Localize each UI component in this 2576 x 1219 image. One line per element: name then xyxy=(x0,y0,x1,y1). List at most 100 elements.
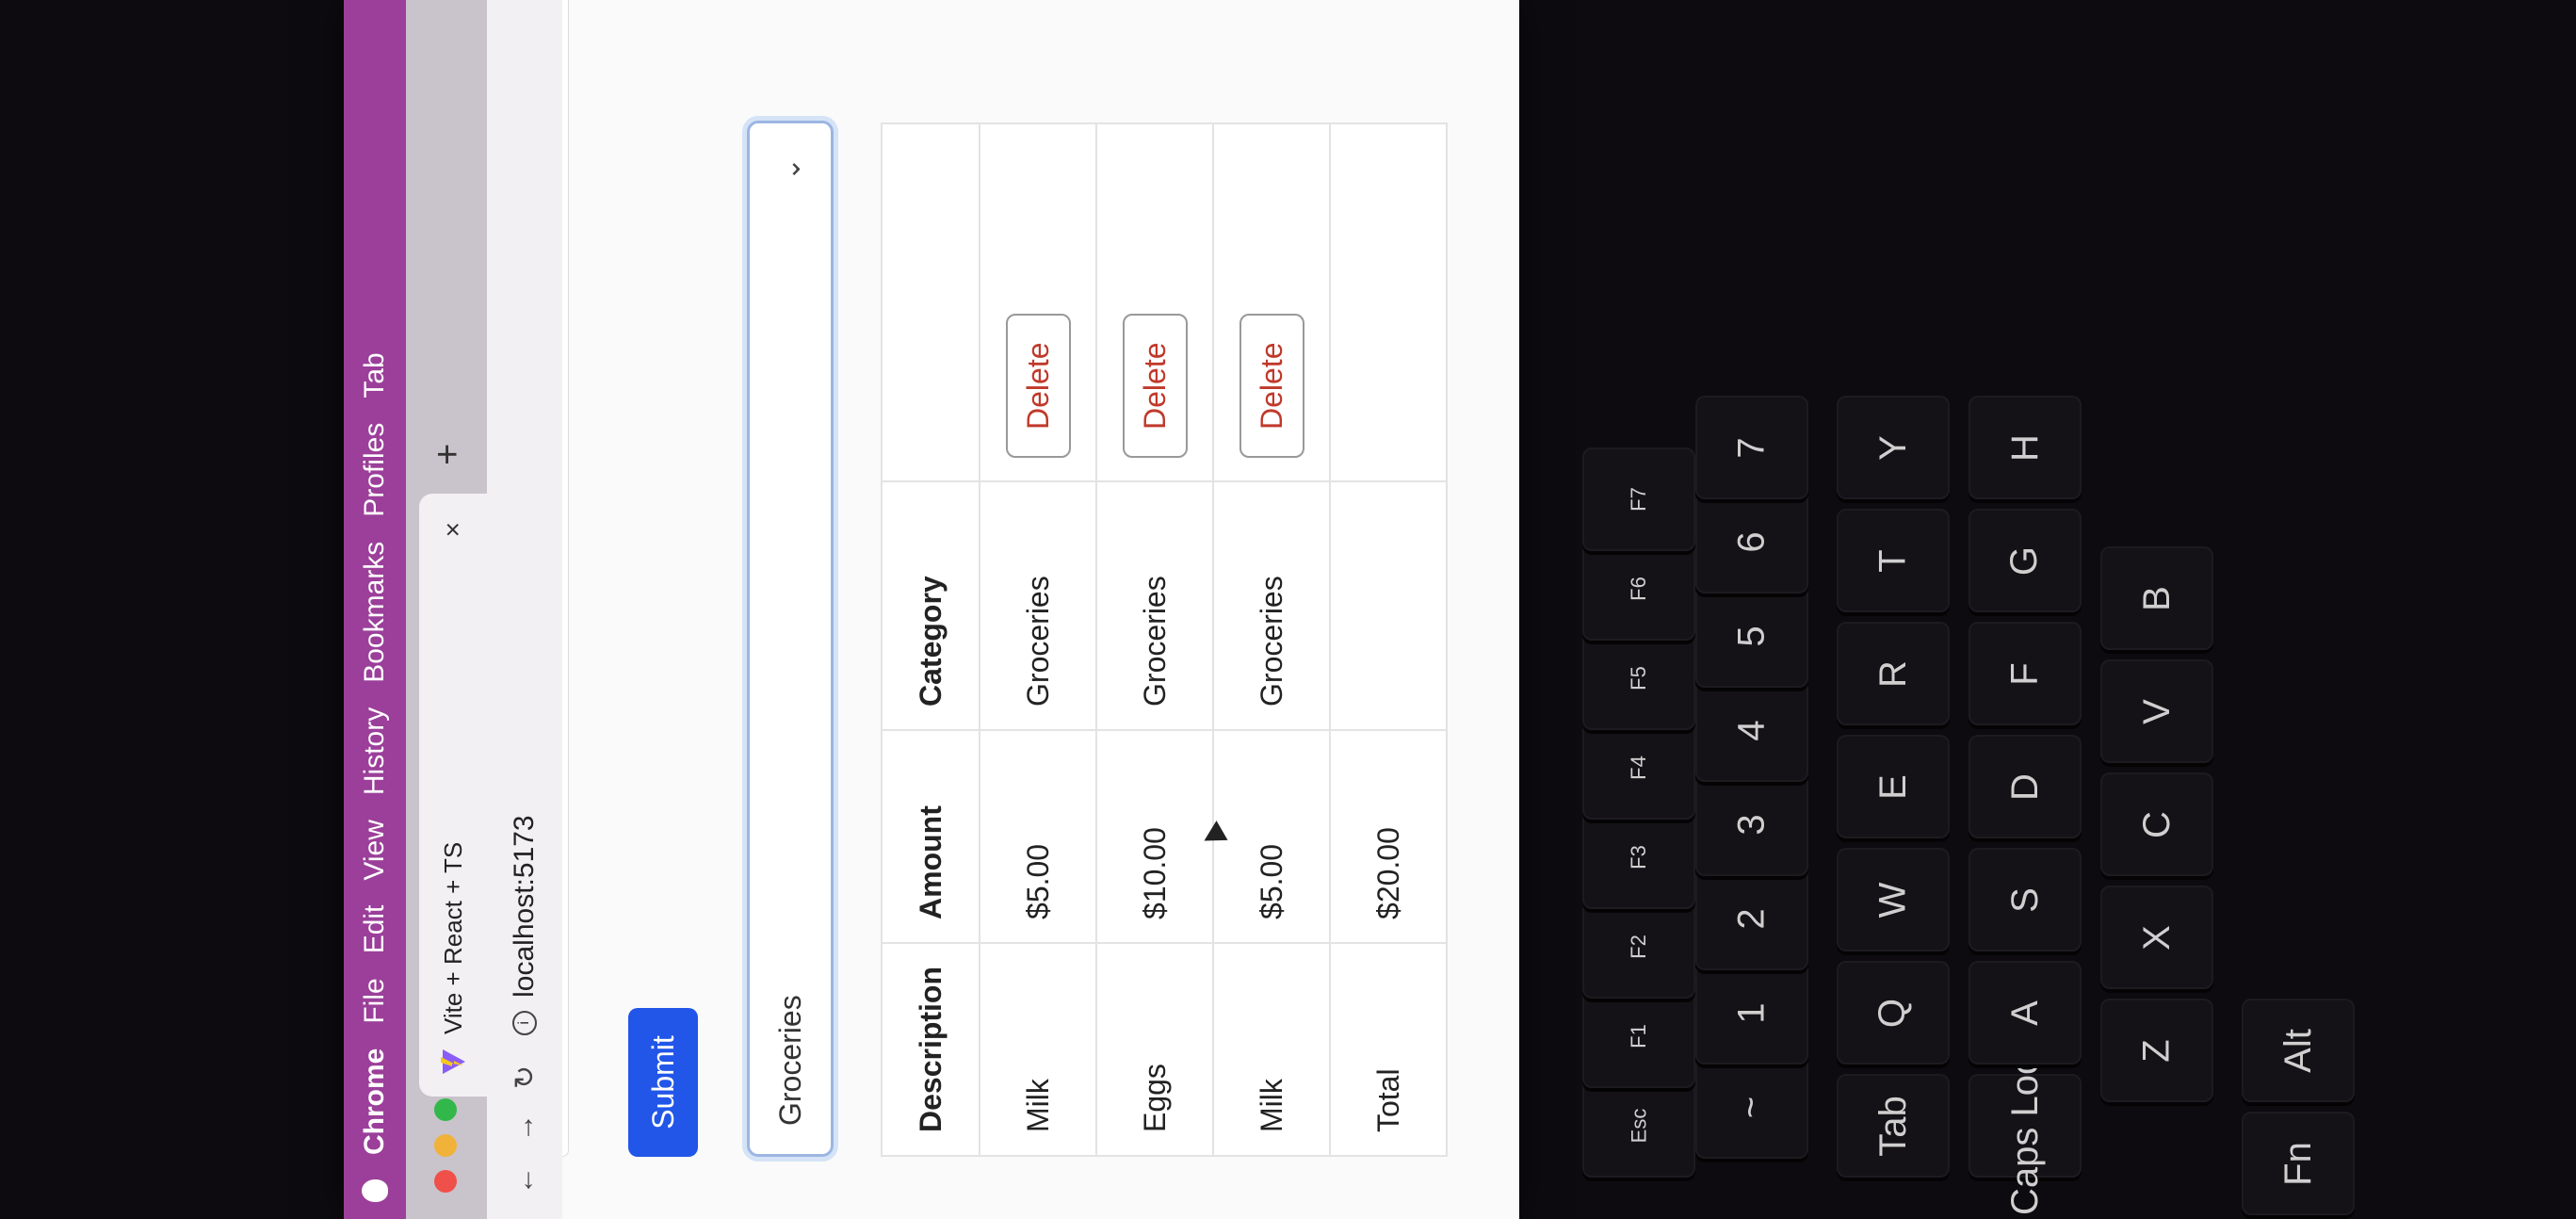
total-row: Total $20.00 xyxy=(1330,122,1447,1156)
keyboard-key-label: Tab xyxy=(1871,1095,1914,1157)
cell-description: Milk xyxy=(980,942,1096,1156)
keyboard-key-label: 4 xyxy=(1730,719,1773,741)
keyboard-key: B xyxy=(2100,546,2213,650)
category-select[interactable]: Groceries ⌄ xyxy=(747,121,834,1157)
keyboard-key-label: 2 xyxy=(1730,907,1773,930)
keyboard-key-label: X xyxy=(2135,924,2178,951)
cell-description: Milk xyxy=(1213,942,1330,1156)
cell-action: Delete xyxy=(980,122,1096,481)
keyboard-key: G xyxy=(1968,509,2082,612)
menu-file[interactable]: File xyxy=(359,978,391,1023)
keyboard-key: Caps Lock xyxy=(1968,1037,2082,1214)
url-text: localhost:5173 xyxy=(509,815,540,998)
delete-button[interactable]: Delete xyxy=(1239,314,1304,458)
back-arrow-icon[interactable]: ← xyxy=(509,1166,541,1195)
menu-profiles[interactable]: Profiles xyxy=(359,423,391,517)
vite-logo-icon xyxy=(441,1049,465,1074)
keyboard-key: E xyxy=(1837,735,1950,838)
keyboard-key-label: W xyxy=(1871,882,1914,918)
keyboard-key: F2 xyxy=(1582,895,1695,999)
maximize-window-button[interactable] xyxy=(434,1098,457,1121)
site-info-icon[interactable]: i xyxy=(512,1010,537,1035)
cell-action: Delete xyxy=(1096,122,1213,481)
new-tab-button[interactable]: + xyxy=(427,444,469,465)
keyboard-key-label: Esc xyxy=(1627,1108,1650,1144)
category-select-value: Groceries xyxy=(772,995,807,1126)
table-row: Eggs $10.00 Groceries Delete xyxy=(1096,122,1213,1156)
cell-category: Groceries xyxy=(1096,480,1213,730)
cell-description: Eggs xyxy=(1096,942,1213,1156)
close-tab-icon[interactable]: × xyxy=(438,522,468,537)
keyboard-key: X xyxy=(2100,886,2213,989)
browser-tab[interactable]: Vite + React + TS × xyxy=(419,494,487,1097)
header-description: Description xyxy=(882,942,980,1156)
keyboard-key: F1 xyxy=(1582,984,1695,1088)
keyboard-key: ~ xyxy=(1695,1055,1808,1159)
tab-strip: Vite + React + TS × + xyxy=(406,0,487,1219)
page-content: Submit Groceries ⌄ Description Amount Ca… xyxy=(562,0,1519,1219)
keyboard-key: Esc xyxy=(1582,1074,1695,1178)
keyboard-key: T xyxy=(1837,509,1950,612)
delete-button[interactable]: Delete xyxy=(1122,314,1188,458)
keyboard-key-label: C xyxy=(2135,810,2178,838)
keyboard-key-label: F5 xyxy=(1627,666,1650,691)
laptop-screen: Chrome File Edit View History Bookmarks … xyxy=(344,0,1519,1219)
keyboard-key: Z xyxy=(2100,999,2213,1102)
menu-bookmarks[interactable]: Bookmarks xyxy=(359,542,391,683)
keyboard-key-label: F6 xyxy=(1627,577,1650,601)
keyboard-key-label: S xyxy=(2003,886,2046,913)
keyboard-key-label: D xyxy=(2003,772,2046,801)
reload-icon[interactable]: ↻ xyxy=(509,1065,542,1089)
keyboard-key: 5 xyxy=(1695,584,1808,688)
keyboard-key-label: 6 xyxy=(1730,530,1773,553)
total-empty-cell xyxy=(1330,480,1447,730)
keyboard-key: Tab xyxy=(1837,1074,1950,1178)
minimize-window-button[interactable] xyxy=(434,1134,457,1157)
table-row: Milk $5.00 Groceries Delete xyxy=(1213,122,1330,1156)
keyboard-key: 7 xyxy=(1695,396,1808,499)
keyboard-key-label: Z xyxy=(2135,1038,2178,1063)
keyboard-key-label: Alt xyxy=(2276,1028,2319,1073)
keyboard-key: V xyxy=(2100,659,2213,763)
keyboard-key: F xyxy=(1968,622,2082,725)
total-label: Total xyxy=(1330,942,1447,1156)
keyboard-key-label: 7 xyxy=(1730,436,1773,459)
keyboard-key-label: Fn xyxy=(2276,1141,2319,1186)
keyboard-key-label: F4 xyxy=(1627,756,1650,780)
keyboard-key-label: 3 xyxy=(1730,813,1773,836)
close-window-button[interactable] xyxy=(434,1170,457,1193)
menu-edit[interactable]: Edit xyxy=(359,905,391,954)
keyboard-key: 3 xyxy=(1695,772,1808,876)
cell-category: Groceries xyxy=(980,480,1096,730)
keyboard-key-label: ~ xyxy=(1730,1096,1773,1118)
keyboard-key: H xyxy=(1968,396,2082,499)
forward-arrow-icon[interactable]: → xyxy=(509,1113,541,1142)
address-bar-row: ← → ↻ i localhost:5173 xyxy=(487,0,562,1219)
submit-button[interactable]: Submit xyxy=(628,1008,698,1157)
keyboard-key-label: F3 xyxy=(1627,845,1650,870)
keyboard-key: 1 xyxy=(1695,961,1808,1065)
keyboard-key-label: T xyxy=(1871,548,1914,573)
keyboard-key: Alt xyxy=(2242,999,2355,1102)
text-input[interactable] xyxy=(562,0,569,1157)
keyboard-key-label: V xyxy=(2135,698,2178,724)
keyboard-key-label: Q xyxy=(1871,998,1914,1028)
header-amount: Amount xyxy=(882,729,980,943)
delete-button[interactable]: Delete xyxy=(1005,314,1071,458)
keyboard-key-label: F xyxy=(2003,661,2046,686)
apple-icon[interactable] xyxy=(362,1179,388,1202)
keyboard-key: C xyxy=(2100,772,2213,876)
tab-title: Vite + React + TS xyxy=(438,841,467,1034)
menu-history[interactable]: History xyxy=(359,707,391,795)
keyboard-key: S xyxy=(1968,848,2082,951)
keyboard-key: 2 xyxy=(1695,867,1808,970)
macos-menubar: Chrome File Edit View History Bookmarks … xyxy=(344,0,406,1219)
header-actions xyxy=(882,122,980,481)
menu-view[interactable]: View xyxy=(359,820,391,880)
address-bar[interactable]: i localhost:5173 xyxy=(509,815,541,1035)
menu-app-name[interactable]: Chrome xyxy=(359,1048,391,1155)
total-value: $20.00 xyxy=(1330,729,1447,943)
laptop-keyboard: Esc F1 F2 F3 F4 F5 F6 F7 ~1 2 3 4 5 6 7 Tab Q W E R T Y Caps L… xyxy=(1563,0,2576,1219)
keyboard-key-label: R xyxy=(1871,659,1914,688)
menu-tab[interactable]: Tab xyxy=(359,352,391,398)
